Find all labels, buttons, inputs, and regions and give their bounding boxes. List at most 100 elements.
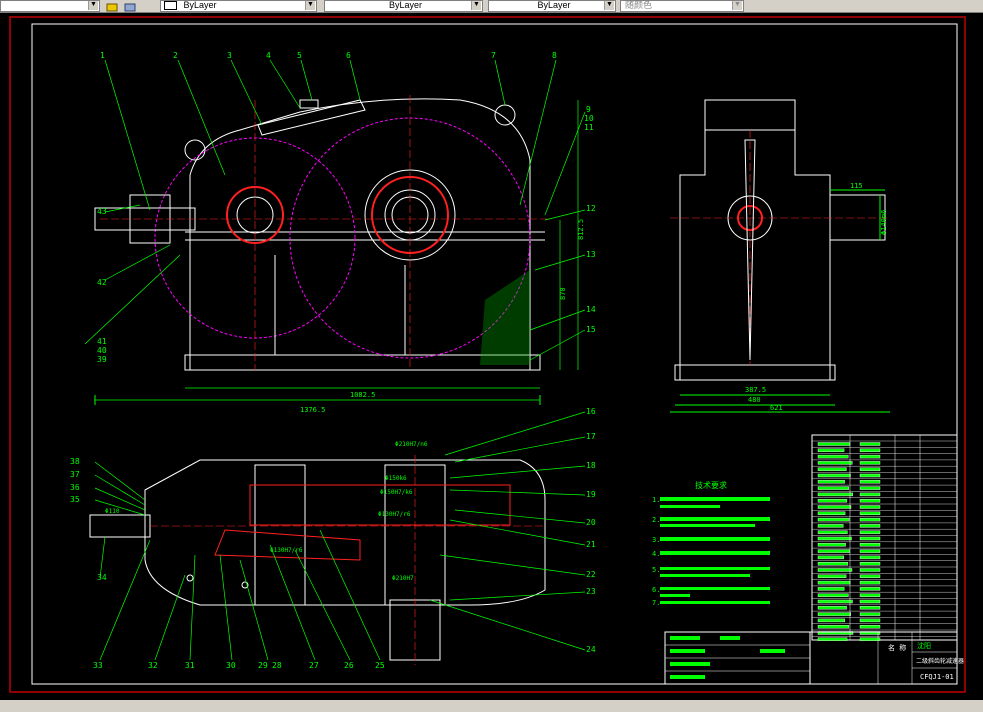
part-label: 3 — [227, 51, 232, 60]
parts-row-text — [817, 530, 848, 534]
lineweight-combo[interactable]: ByLayer ▼ — [488, 0, 616, 12]
chevron-down-icon[interactable]: ▼ — [88, 1, 98, 10]
parts-row-text — [817, 543, 846, 547]
layer-combo[interactable]: ▼ — [0, 0, 100, 12]
title-name: 二级斜齿轮减速器 — [916, 657, 964, 665]
front-view — [94, 95, 579, 405]
part-label: 10 — [584, 114, 594, 123]
title-school: 沈阳 — [917, 641, 931, 650]
properties-toolbar: ▼ ByLayer ▼ ByLayer ▼ ByLayer ▼ 随颜色 ▼ — [0, 0, 983, 13]
tech-note-number: 7. — [652, 599, 660, 607]
part-label: 4 — [266, 51, 271, 60]
parts-row-text — [817, 562, 849, 566]
parts-row-text — [817, 606, 847, 610]
parts-row-text — [859, 580, 881, 585]
plotstyle-combo[interactable]: 随颜色 ▼ — [620, 0, 744, 12]
part-label: 15 — [586, 325, 596, 334]
part-label: 36 — [70, 483, 80, 492]
linetype-combo-label: ByLayer — [388, 0, 423, 10]
part-label: 9 — [586, 105, 591, 114]
dim-plan-d7: Φ130H7/r6 — [270, 547, 303, 554]
drawing-canvas[interactable]: 1376.5 1082.5 870 812.5 1 2 3 4 5 6 7 8 … — [0, 13, 983, 707]
part-label: 2 — [173, 51, 178, 60]
linetype-combo[interactable]: ByLayer ▼ — [324, 0, 483, 12]
dim-side-total: 621 — [770, 404, 783, 412]
layer-states-icon[interactable] — [124, 0, 138, 12]
part-label: 27 — [309, 661, 319, 670]
plan-leaders — [94, 411, 586, 661]
parts-row-text — [817, 587, 845, 591]
parts-row-text — [859, 448, 881, 452]
parts-row-text — [817, 568, 853, 572]
parts-row-text — [817, 612, 851, 616]
part-label: 34 — [97, 573, 107, 582]
part-label: 28 — [272, 661, 282, 670]
parts-row-text — [817, 473, 851, 478]
parts-row-text — [859, 612, 881, 616]
parts-row-text — [817, 448, 845, 452]
title-code: CFQJ1-01 — [920, 673, 954, 681]
tech-notes: 1. 2. 3. 4. 5. 6. 7. — [652, 496, 770, 607]
part-label: 39 — [97, 355, 107, 364]
lineweight-combo-label: ByLayer — [537, 0, 571, 10]
parts-row-text — [817, 454, 849, 459]
parts-row-text — [859, 625, 881, 629]
part-label: 20 — [586, 518, 596, 527]
parts-row-text — [817, 524, 844, 528]
layer-icon[interactable] — [106, 0, 120, 12]
parts-row-text — [859, 467, 881, 471]
dim-height-2: 812.5 — [577, 219, 585, 240]
dim-side-shaft-dia: Φ140m6 — [880, 210, 888, 235]
part-label: 23 — [586, 587, 596, 596]
parts-row-text — [859, 505, 881, 509]
part-label: 29 — [258, 661, 268, 670]
parts-row-text — [859, 606, 881, 610]
parts-row-text — [859, 486, 881, 490]
parts-row-text — [859, 461, 881, 465]
parts-row-text — [859, 499, 881, 503]
dim-front-inner: 1082.5 — [350, 391, 375, 399]
part-label: 7 — [491, 51, 496, 60]
parts-row-text — [859, 492, 881, 497]
dim-plan-d2: Φ150k6 — [385, 475, 407, 482]
parts-row-text — [859, 587, 881, 591]
parts-row-text — [859, 442, 881, 446]
parts-row-text — [817, 480, 845, 484]
parts-row-text — [859, 637, 881, 641]
chevron-down-icon[interactable]: ▼ — [471, 1, 481, 10]
part-label: 42 — [97, 278, 107, 287]
drawing-svg: 1376.5 1082.5 870 812.5 1 2 3 4 5 6 7 8 … — [9, 16, 966, 693]
dim-plan-d6: Φ110 — [105, 508, 120, 515]
color-swatch — [164, 1, 177, 10]
parts-row-text — [859, 511, 881, 515]
parts-row-text — [817, 637, 848, 641]
parts-row-text — [817, 593, 849, 597]
chevron-down-icon[interactable]: ▼ — [604, 1, 614, 10]
tech-note-number: 6. — [652, 586, 660, 594]
part-label: 5 — [297, 51, 302, 60]
part-label: 30 — [226, 661, 236, 670]
parts-row-text — [817, 549, 850, 553]
status-strip — [0, 700, 983, 707]
parts-row-text — [817, 511, 846, 515]
color-combo[interactable]: ByLayer ▼ — [160, 0, 317, 12]
parts-row-text — [859, 593, 881, 597]
part-label: 24 — [586, 645, 596, 654]
part-label: 21 — [586, 540, 596, 549]
parts-row-text — [859, 618, 881, 623]
dim-plan-d4: Φ130H7/r6 — [378, 511, 411, 518]
part-label: 25 — [375, 661, 385, 670]
color-combo-label: ByLayer — [183, 0, 217, 10]
part-label: 35 — [70, 495, 80, 504]
parts-row-text — [859, 524, 881, 528]
parts-row-text — [817, 517, 850, 522]
part-label: 38 — [70, 457, 80, 466]
part-label: 1 — [100, 51, 105, 60]
plan-dimensions: Φ210H7/n6 Φ150k6 Φ150H7/k6 Φ130H7/r6 Φ21… — [105, 441, 428, 582]
tech-requirements-title: 技术要求 — [695, 480, 727, 490]
parts-row-text — [859, 599, 881, 604]
chevron-down-icon[interactable]: ▼ — [305, 1, 315, 10]
parts-list-table — [811, 434, 958, 641]
parts-row-text — [859, 574, 881, 578]
chevron-down-icon[interactable]: ▼ — [732, 1, 742, 10]
